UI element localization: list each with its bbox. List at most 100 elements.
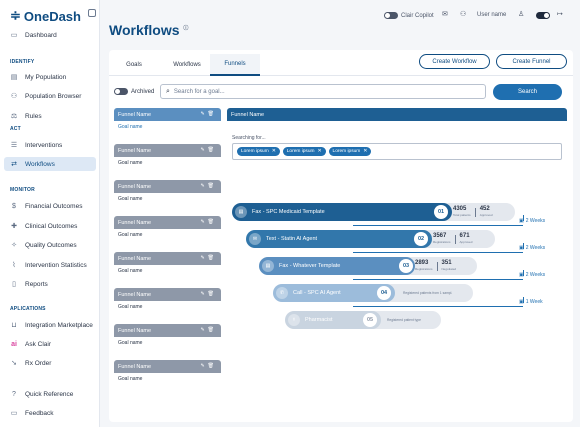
help-icon: ? bbox=[12, 390, 16, 398]
sidebar-item-my-population[interactable]: ▤ My Population bbox=[10, 70, 67, 84]
funnel-name: Funnel Name bbox=[118, 327, 152, 334]
edit-delete-icons[interactable]: ✎🗑 bbox=[200, 147, 217, 153]
phone-icon: ✆ bbox=[276, 287, 288, 299]
edit-delete-icons[interactable]: ✎🗑 bbox=[200, 363, 217, 369]
app-logo[interactable]: ≑ OneDash bbox=[10, 8, 81, 24]
stat-2: 452 Approved bbox=[480, 206, 493, 218]
remove-chip-icon[interactable]: ✕ bbox=[363, 149, 367, 154]
funnel-stage[interactable]: ▤ Fax - SPC Medicaid Template 01 bbox=[232, 203, 452, 221]
funnel-card-header: Funnel Name ✎🗑 bbox=[114, 144, 221, 157]
calendar-icon: ▣ bbox=[519, 272, 524, 278]
notifications-icon[interactable]: ✉ bbox=[442, 10, 448, 18]
archived-toggle[interactable]: Archived bbox=[114, 88, 154, 95]
remove-chip-icon[interactable]: ✕ bbox=[272, 149, 276, 154]
sidebar-item-quality-outcomes[interactable]: ✧ Quality Outcomes bbox=[10, 238, 77, 252]
funnel-stage[interactable]: ✉ Text - Statin AI Agent 02 bbox=[246, 230, 432, 248]
filter-chip[interactable]: Lorem ipsum ✕ bbox=[328, 147, 372, 156]
stat-1: 3567 Registrations bbox=[433, 233, 451, 245]
logout-icon[interactable]: ↦ bbox=[557, 10, 563, 18]
remove-chip-icon[interactable]: ✕ bbox=[318, 149, 322, 154]
clinical-icon: ✚ bbox=[11, 223, 17, 230]
funnel-card[interactable]: Funnel Name ✎🗑 Goal name bbox=[114, 144, 221, 174]
chart-icon: ⌇ bbox=[12, 262, 16, 269]
sidebar-item-feedback[interactable]: ▭ Feedback bbox=[10, 406, 54, 420]
clair-copilot-toggle[interactable]: Clair Copilot bbox=[384, 12, 434, 19]
funnel-stage[interactable]: ⚕ Pharmacist 05 bbox=[285, 311, 381, 329]
users-icon[interactable]: ⚇ bbox=[460, 10, 466, 18]
funnel-card[interactable]: Funnel Name ✎🗑 Goal name bbox=[114, 252, 221, 282]
sidebar-item-rx-order[interactable]: ➘ Rx Order bbox=[10, 356, 51, 370]
pill-icon: ➘ bbox=[11, 360, 17, 367]
section-identify: IDENTIFY bbox=[10, 59, 35, 65]
user-name[interactable]: User name bbox=[477, 12, 506, 18]
theme-toggle[interactable] bbox=[536, 12, 550, 19]
sidebar-item-reports[interactable]: ▯ Reports bbox=[10, 277, 48, 291]
feedback-icon: ▭ bbox=[10, 410, 18, 417]
stat-1: 2893 Registrations bbox=[415, 260, 433, 272]
sidebar-item-financial-outcomes[interactable]: $ Financial Outcomes bbox=[10, 199, 82, 213]
sidebar-item-workflows[interactable]: ⇄ Workflows bbox=[4, 157, 96, 171]
sidebar-item-quick-reference[interactable]: ? Quick Reference bbox=[10, 387, 73, 401]
search-button[interactable]: Search bbox=[493, 84, 562, 100]
collapse-sidebar-icon[interactable] bbox=[88, 9, 96, 17]
stage-label: Fax - SPC Medicaid Template bbox=[252, 209, 325, 215]
stat-divider bbox=[454, 234, 456, 244]
sidebar-item-interventions[interactable]: ☰ Interventions bbox=[10, 138, 62, 152]
edit-delete-icons[interactable]: ✎🗑 bbox=[200, 291, 217, 297]
chip-input[interactable]: Lorem ipsum ✕ Lorem ipsum ✕ Lorem ipsum ✕ bbox=[232, 143, 562, 160]
edit-delete-icons[interactable]: ✎🗑 bbox=[200, 183, 217, 189]
search-input[interactable]: ⌕ Search for a goal... bbox=[160, 84, 486, 99]
pharmacist-icon: ⚕ bbox=[288, 314, 300, 326]
sidebar-item-ask-clair[interactable]: ai Ask Clair bbox=[10, 337, 51, 351]
page-title-text: Workflows bbox=[109, 22, 180, 38]
archived-toggle-switch[interactable] bbox=[114, 88, 128, 95]
edit-delete-icons[interactable]: ✎🗑 bbox=[200, 255, 217, 261]
filter-chip[interactable]: Lorem ipsum ✕ bbox=[282, 147, 326, 156]
create-workflow-button[interactable]: Create Workflow bbox=[419, 54, 490, 69]
tab-goals[interactable]: Goals bbox=[121, 54, 147, 76]
funnel-card[interactable]: Funnel Name ✎🗑 Goal name bbox=[114, 216, 221, 246]
edit-delete-icons[interactable]: ✎🗑 bbox=[200, 111, 217, 117]
sidebar-item-dashboard[interactable]: ▭ Dashboard bbox=[10, 28, 57, 42]
funnel-card-header: Funnel Name ✎🗑 bbox=[114, 288, 221, 301]
sidebar-item-label: Quick Reference bbox=[25, 390, 74, 398]
stage-duration: ▣ 2 Weeks bbox=[519, 218, 545, 224]
sidebar-item-integration-marketplace[interactable]: ⊔ Integration Marketplace bbox=[10, 318, 93, 332]
funnel-goal[interactable]: Goal name bbox=[114, 121, 221, 133]
funnel-goal: Goal name bbox=[118, 304, 143, 310]
funnel-name: Funnel Name bbox=[118, 183, 152, 190]
funnel-card[interactable]: Funnel Name ✎🗑 Goal name bbox=[114, 180, 221, 210]
sidebar-item-clinical-outcomes[interactable]: ✚ Clinical Outcomes bbox=[10, 219, 77, 233]
sidebar-item-population-browser[interactable]: ⚇ Population Browser bbox=[10, 89, 82, 103]
sidebar-item-intervention-statistics[interactable]: ⌇ Intervention Statistics bbox=[10, 258, 87, 272]
stat-value: 351 bbox=[441, 260, 452, 266]
funnel-card[interactable]: Funnel Name ✎🗑 Goal name bbox=[114, 108, 221, 138]
stat-divider bbox=[436, 261, 438, 271]
filter-chip[interactable]: Lorem ipsum ✕ bbox=[237, 147, 280, 156]
funnel-card[interactable]: Funnel Name ✎🗑 Goal name bbox=[114, 360, 221, 390]
sidebar-item-label: My Population bbox=[25, 73, 67, 81]
tab-bar: Goals Workflows Funnels Create Workflow … bbox=[109, 50, 573, 76]
tab-funnels[interactable]: Funnels bbox=[210, 54, 260, 76]
tab-workflows[interactable]: Workflows bbox=[167, 54, 207, 76]
edit-delete-icons[interactable]: ✎🗑 bbox=[200, 219, 217, 225]
funnel-card[interactable]: Funnel Name ✎🗑 Goal name bbox=[114, 324, 221, 354]
sidebar-item-label: Feedback bbox=[25, 409, 54, 417]
theme-toggle-switch[interactable] bbox=[536, 12, 550, 19]
funnel-detail: Funnel Name Searching for... Lorem ipsum… bbox=[227, 108, 567, 418]
funnel-goal: Goal name bbox=[118, 268, 143, 274]
user-avatar-icon[interactable]: ♙ bbox=[518, 10, 524, 18]
calendar-icon: ▣ bbox=[519, 299, 524, 305]
stat-value: 3567 bbox=[433, 233, 447, 239]
sidebar-item-rules[interactable]: ⚖ Rules bbox=[10, 109, 42, 123]
funnel-stage[interactable]: ✆ Call - SPC AI Agent 04 bbox=[273, 284, 395, 302]
copilot-toggle-switch[interactable] bbox=[384, 12, 398, 19]
funnel-goal: Goal name bbox=[118, 196, 143, 202]
sidebar-item-label: Clinical Outcomes bbox=[25, 222, 78, 230]
search-icon: ⌕ bbox=[166, 87, 170, 95]
funnel-card[interactable]: Funnel Name ✎🗑 Goal name bbox=[114, 288, 221, 318]
funnel-stage[interactable]: ▤ Fax - Whatever Template 03 bbox=[259, 257, 415, 275]
info-icon[interactable]: ⓘ bbox=[183, 25, 188, 31]
edit-delete-icons[interactable]: ✎🗑 bbox=[200, 327, 217, 333]
create-funnel-button[interactable]: Create Funnel bbox=[496, 54, 567, 69]
